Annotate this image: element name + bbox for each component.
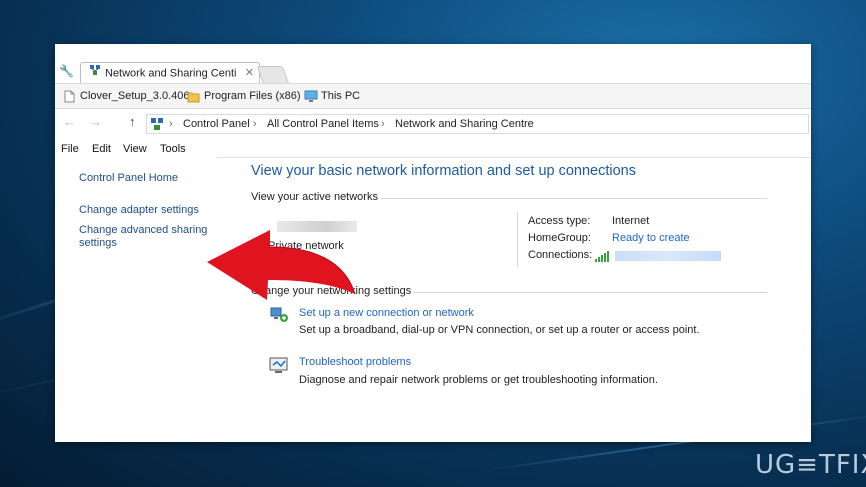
address-bar-row: ← → ↑ › Control Panel › All Control Pane… <box>55 112 811 136</box>
file-icon <box>63 90 76 103</box>
breadcrumb-separator: › <box>253 118 257 130</box>
menu-file[interactable]: File <box>61 143 79 155</box>
favorite-label: Clover_Setup_3.0.406 <box>80 90 190 102</box>
change-advanced-sharing-link[interactable]: Change advanced sharing settings <box>79 224 209 250</box>
homegroup-link[interactable]: Ready to create <box>612 232 690 244</box>
troubleshoot-link[interactable]: Troubleshoot problems <box>299 356 411 368</box>
breadcrumb-all-items[interactable]: All Control Panel Items <box>267 115 379 134</box>
homegroup-label: HomeGroup: <box>528 232 591 244</box>
new-tab-button[interactable] <box>256 66 290 84</box>
wrench-icon[interactable]: 🔧 <box>59 64 74 78</box>
folder-icon <box>187 90 200 103</box>
setup-connection-description: Set up a broadband, dial-up or VPN conne… <box>299 324 700 336</box>
ugetfix-watermark: UG≡TFIX <box>755 450 866 480</box>
troubleshoot-description: Diagnose and repair network problems or … <box>299 374 658 386</box>
breadcrumb-control-panel[interactable]: Control Panel <box>183 115 250 134</box>
close-tab-icon[interactable]: ✕ <box>245 63 254 83</box>
favorite-label: This PC <box>321 90 361 102</box>
divider <box>217 157 811 158</box>
favorites-bar: Clover_Setup_3.0.406 Program Files (x86)… <box>55 83 811 109</box>
breadcrumb-separator: › <box>169 118 173 130</box>
divider <box>381 198 767 199</box>
back-button[interactable]: ← <box>63 114 76 129</box>
tab-bar: 🔧 Network and Sharing Centi ✕ <box>55 56 811 84</box>
up-button[interactable]: ↑ <box>129 114 136 129</box>
breadcrumb-network-sharing[interactable]: Network and Sharing Centre <box>395 115 534 134</box>
red-arrow-annotation <box>207 230 356 300</box>
tab-network-sharing[interactable]: Network and Sharing Centi ✕ <box>80 62 260 83</box>
favorite-program-files[interactable]: Program Files (x86) <box>187 88 301 104</box>
divider <box>413 292 767 293</box>
favorite-this-pc[interactable]: This PC <box>304 88 360 104</box>
troubleshoot-icon <box>269 356 289 374</box>
page-title: View your basic network information and … <box>251 163 637 179</box>
menu-view[interactable]: View <box>123 143 147 155</box>
tab-title: Network and Sharing Centi <box>105 67 237 80</box>
breadcrumb-separator: › <box>381 118 385 130</box>
browser-window: 🔧 Network and Sharing Centi ✕ Clover_Set… <box>55 44 811 442</box>
wifi-signal-icon <box>595 249 610 267</box>
menu-tools[interactable]: Tools <box>160 143 186 155</box>
connection-link-redacted[interactable] <box>615 251 721 261</box>
control-panel-home-link[interactable]: Control Panel Home <box>79 172 178 185</box>
connections-label: Connections: <box>528 249 593 261</box>
computer-icon <box>304 90 318 103</box>
control-panel-icon <box>150 117 164 134</box>
menu-edit[interactable]: Edit <box>92 143 111 155</box>
access-type-value: Internet <box>612 215 650 227</box>
change-adapter-settings-link[interactable]: Change adapter settings <box>79 204 199 217</box>
favorite-label: Program Files (x86) <box>204 90 301 102</box>
access-type-label: Access type: <box>528 215 591 227</box>
divider <box>517 212 518 267</box>
address-bar[interactable]: › Control Panel › All Control Panel Item… <box>146 114 809 134</box>
network-icon <box>89 63 101 83</box>
forward-button[interactable]: → <box>89 114 102 129</box>
favorite-clover-setup[interactable]: Clover_Setup_3.0.406 <box>63 88 189 104</box>
